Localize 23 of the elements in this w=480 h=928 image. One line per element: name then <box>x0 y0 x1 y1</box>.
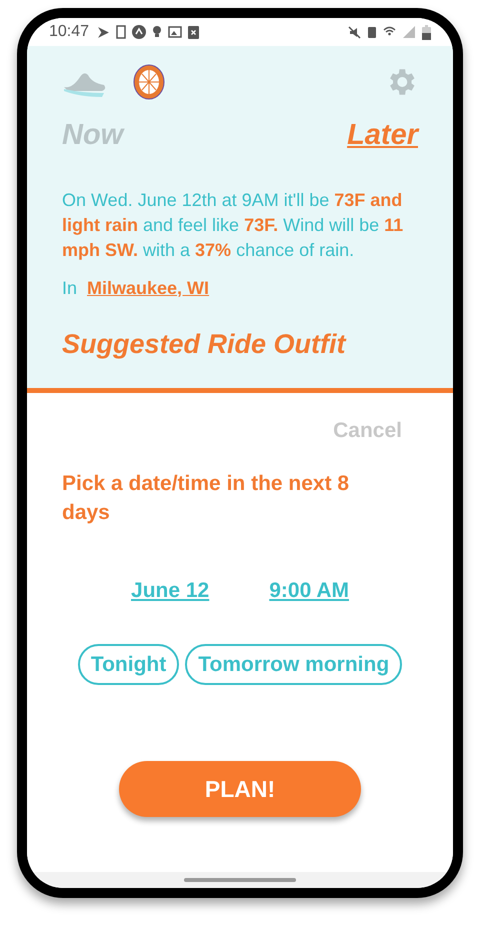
forecast-text: On Wed. June 12th at 9AM it'll be 73F and light rain and feel like 73F. Wind will be 11 mph SW. with a 37% chance of rain. <box>62 188 404 262</box>
location-label: In <box>62 276 78 300</box>
plan-button[interactable]: PLAN! <box>119 761 361 817</box>
mode-tab[interactable]: Later <box>347 114 418 158</box>
bike-wheel-icon[interactable] <box>132 64 166 100</box>
preset-chip[interactable]: Tonight <box>78 644 180 685</box>
time-picker-link[interactable]: 9:00 AM <box>269 574 349 606</box>
battery-saver-icon <box>367 25 377 39</box>
file-close-icon <box>188 26 200 38</box>
prompt-text: Pick a date/time in the next 8 days <box>62 470 350 526</box>
battery-icon <box>422 24 431 40</box>
signal-icon <box>402 25 416 39</box>
app-icon <box>132 25 146 39</box>
location-link[interactable]: Milwaukee, WI <box>87 274 210 302</box>
sim-card-icon <box>116 25 126 39</box>
bulb-icon <box>152 25 162 39</box>
image-icon <box>168 26 182 38</box>
preset-chip[interactable]: Tomorrow morning <box>185 644 402 685</box>
section-title: Suggested Ride Outfit <box>62 328 348 361</box>
date-picker-link[interactable]: June 12 <box>131 574 210 606</box>
mute-icon <box>348 26 361 38</box>
status-time: 10:47 <box>49 22 90 42</box>
home-handle[interactable] <box>184 878 296 882</box>
